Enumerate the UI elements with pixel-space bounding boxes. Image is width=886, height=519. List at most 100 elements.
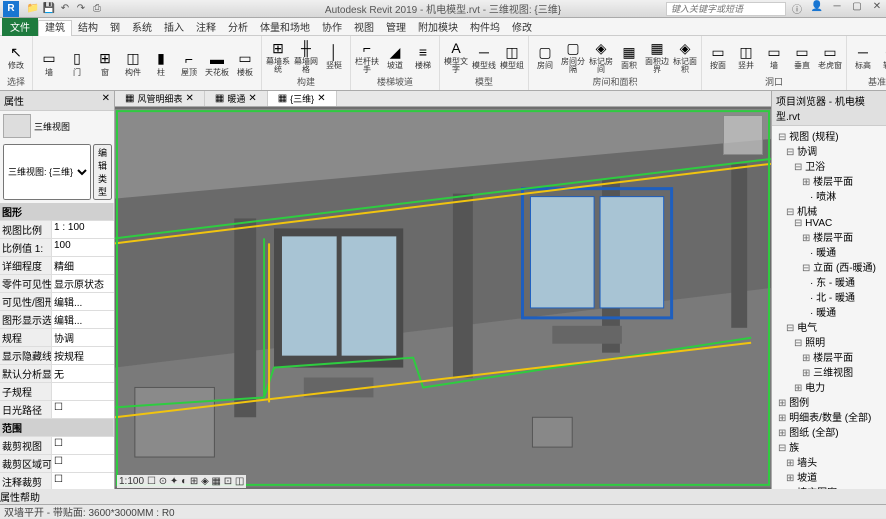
ribbon-面积边界[interactable]: ▦面积边界	[644, 38, 670, 74]
ribbon-模型线[interactable]: ─模型线	[471, 38, 497, 74]
redo-icon[interactable]: ↷	[74, 2, 88, 16]
tree-node[interactable]: HVAC	[774, 218, 884, 229]
prop-row[interactable]: 图形显示选项编辑...	[0, 311, 114, 329]
prop-row[interactable]: 视图比例1 : 100	[0, 221, 114, 239]
close-tab-icon[interactable]: ✕	[185, 93, 193, 104]
info-icon[interactable]: ⓘ	[790, 1, 804, 16]
tree-node[interactable]: 照明	[774, 334, 884, 349]
tree-node[interactable]: 族	[774, 439, 884, 454]
3d-viewport[interactable]: 1:100 ☐ ⊙ ✦ ◐ ⊞ ◈ ▦ ⊡ ◫	[115, 107, 771, 489]
view-cube[interactable]	[723, 115, 763, 155]
ribbon-老虎窗[interactable]: ▭老虎窗	[817, 38, 843, 74]
ribbon-墙[interactable]: ▭墙	[36, 38, 62, 87]
ribbon-竖梃[interactable]: │竖梃	[321, 38, 347, 74]
ribbon-门[interactable]: ▯门	[64, 38, 90, 87]
menu-tab-1[interactable]: 结构	[72, 21, 104, 36]
tree-node[interactable]: 楼层平面	[774, 229, 884, 244]
ribbon-按面[interactable]: ▭按面	[705, 38, 731, 74]
tree-node[interactable]: 电力	[774, 379, 884, 394]
tree-node[interactable]: 图例	[774, 394, 884, 409]
close-icon[interactable]: ✕	[870, 1, 884, 16]
tree-node[interactable]: 暖通	[774, 244, 884, 259]
ribbon-模型文字[interactable]: A模型文字	[443, 38, 469, 74]
menu-tab-13[interactable]: 修改	[506, 21, 538, 36]
tree-node[interactable]: 立面 (西-暖通)	[774, 259, 884, 274]
close-tab-icon[interactable]: ✕	[248, 93, 256, 104]
menu-tab-2[interactable]: 钢	[104, 21, 126, 36]
ribbon-标记房间[interactable]: ◈标记房间	[588, 38, 614, 74]
prop-row[interactable]: 注释裁剪☐	[0, 473, 114, 489]
open-icon[interactable]: 📁	[26, 2, 40, 16]
menu-tab-12[interactable]: 构件坞	[464, 21, 506, 36]
ribbon-柱[interactable]: ▮柱	[148, 38, 174, 87]
tree-node[interactable]: 喷淋	[774, 188, 884, 203]
ribbon-屋顶[interactable]: ⌐屋顶	[176, 38, 202, 87]
tree-node[interactable]: 北 - 暖通	[774, 289, 884, 304]
close-panel-icon[interactable]: ✕	[102, 93, 110, 108]
tree-node[interactable]: 电气	[774, 319, 884, 334]
tree-node[interactable]: 暖通	[774, 304, 884, 319]
ribbon-楼板[interactable]: ▭楼板	[232, 38, 258, 87]
prop-row[interactable]: 范围	[0, 419, 114, 437]
tree-node[interactable]: 墙头	[774, 454, 884, 469]
undo-icon[interactable]: ↶	[58, 2, 72, 16]
menu-tab-6[interactable]: 分析	[222, 21, 254, 36]
ribbon-面积[interactable]: ▦面积	[616, 38, 642, 74]
ribbon-幕墙系统[interactable]: ⊞幕墙系统	[265, 38, 291, 74]
tree-node[interactable]: 填充图案	[774, 484, 884, 489]
ribbon-房间分隔[interactable]: ▢房间分隔	[560, 38, 586, 74]
ribbon-窗[interactable]: ⊞窗	[92, 38, 118, 87]
minimize-icon[interactable]: ─	[830, 1, 844, 16]
ribbon-坡道[interactable]: ◢坡道	[382, 38, 408, 74]
ribbon-房间[interactable]: ▢房间	[532, 38, 558, 74]
tree-node[interactable]: 协调	[774, 143, 884, 158]
prop-row[interactable]: 图形	[0, 203, 114, 221]
menu-tab-5[interactable]: 注释	[190, 21, 222, 36]
ribbon-标记面积[interactable]: ◈标记面积	[672, 38, 698, 74]
prop-row[interactable]: 显示隐藏线按规程	[0, 347, 114, 365]
tree-node[interactable]: 东 - 暖通	[774, 274, 884, 289]
ribbon-标高[interactable]: ─标高	[850, 38, 876, 74]
ribbon-垂直[interactable]: ▭垂直	[789, 38, 815, 74]
save-icon[interactable]: 💾	[42, 2, 56, 16]
ribbon-竖井[interactable]: ◫竖井	[733, 38, 759, 74]
ribbon-幕墙网格[interactable]: ╫幕墙网格	[293, 38, 319, 74]
ribbon-构件[interactable]: ◫构件	[120, 38, 146, 87]
prop-row[interactable]: 裁剪区域可见☐	[0, 455, 114, 473]
type-selector[interactable]: 三维视图: {三维}	[3, 144, 91, 200]
maximize-icon[interactable]: ▢	[850, 1, 864, 16]
tree-node[interactable]: 机械	[774, 203, 884, 218]
menu-tab-8[interactable]: 协作	[316, 21, 348, 36]
view-tab[interactable]: ▦暖通 ✕	[205, 91, 268, 106]
properties-grid[interactable]: 图形视图比例1 : 100比例值 1:100详细程度精细零件可见性显示原状态可见…	[0, 203, 114, 489]
tree-node[interactable]: 明细表/数量 (全部)	[774, 409, 884, 424]
tree-node[interactable]: 视图 (规程)	[774, 128, 884, 143]
ribbon-栏杆扶手[interactable]: ⌐栏杆扶手	[354, 38, 380, 74]
tree-node[interactable]: 卫浴	[774, 158, 884, 173]
menu-tab-7[interactable]: 体量和场地	[254, 21, 316, 36]
file-tab[interactable]: 文件	[2, 18, 38, 36]
close-tab-icon[interactable]: ✕	[317, 93, 325, 104]
prop-row[interactable]: 日光路径☐	[0, 401, 114, 419]
ribbon-楼梯[interactable]: ≡楼梯	[410, 38, 436, 74]
prop-row[interactable]: 裁剪视图☐	[0, 437, 114, 455]
tree-node[interactable]: 楼层平面	[774, 173, 884, 188]
view-tab[interactable]: ▦{三维} ✕	[268, 91, 337, 106]
ribbon-修改[interactable]: ↖修改	[3, 38, 29, 74]
print-icon[interactable]: ⎙	[90, 2, 104, 16]
tree-node[interactable]: 坡道	[774, 469, 884, 484]
user-icon[interactable]: 👤	[810, 1, 824, 16]
edit-type-button[interactable]: 编辑类型	[93, 144, 112, 200]
prop-row[interactable]: 零件可见性显示原状态	[0, 275, 114, 293]
tree-node[interactable]: 图纸 (全部)	[774, 424, 884, 439]
prop-row[interactable]: 详细程度精细	[0, 257, 114, 275]
menu-tab-10[interactable]: 管理	[380, 21, 412, 36]
prop-row[interactable]: 子规程	[0, 383, 114, 401]
prop-row[interactable]: 可见性/图形替换编辑...	[0, 293, 114, 311]
search-input[interactable]	[666, 2, 786, 16]
ribbon-墙[interactable]: ▭墙	[761, 38, 787, 74]
menu-tab-0[interactable]: 建筑	[38, 20, 72, 36]
tree-node[interactable]: 三维视图	[774, 364, 884, 379]
ribbon-模型组[interactable]: ◫模型组	[499, 38, 525, 74]
ribbon-轴网[interactable]: ╫轴网	[878, 38, 886, 74]
